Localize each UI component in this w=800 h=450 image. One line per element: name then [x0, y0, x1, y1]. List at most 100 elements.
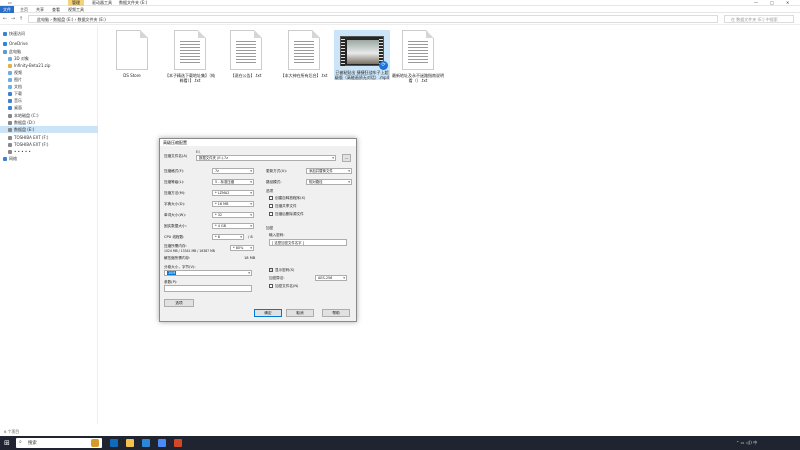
- encrypt-names-checkbox[interactable]: [269, 284, 273, 288]
- ribbon-file[interactable]: 文件: [0, 6, 14, 13]
- sidebar-item[interactable]: OneDrive: [0, 40, 98, 47]
- sidebar-item-icon: [8, 71, 12, 75]
- shared-checkbox[interactable]: [269, 204, 273, 208]
- ribbon-video-tools[interactable]: 视频工具: [68, 6, 84, 13]
- ok-button[interactable]: 确定: [254, 309, 282, 317]
- options-group-label: 选项: [266, 189, 274, 193]
- archive-label: 压缩文件名(A): [164, 154, 188, 158]
- word-select[interactable]: * 32 ▾: [212, 212, 254, 218]
- level-select[interactable]: 5 - 标准压缩 ▾: [212, 179, 254, 185]
- browse-button[interactable]: ...: [342, 154, 351, 162]
- sidebar-item-label: 下载: [14, 91, 22, 96]
- sidebar-item[interactable]: 数据盘 (E:): [0, 126, 98, 134]
- document-icon: [116, 30, 148, 70]
- enc-method-select[interactable]: AES-256 ▾: [315, 275, 347, 281]
- search-input[interactable]: 在 数据文件夹 (E:) 中搜索: [724, 15, 794, 23]
- sidebar-item-label: 数据盘 (D:): [14, 120, 35, 125]
- solid-label: 固实数据大小:: [164, 224, 187, 228]
- navigation-pane: 快速访问 OneDrive 此电脑 3D 对象 Infinity-Beta21.zip 视…: [0, 26, 98, 424]
- cpu-select[interactable]: * 8 ▾: [212, 234, 244, 240]
- sidebar-item-label: 此电脑: [9, 49, 21, 54]
- text-file-icon: [230, 30, 262, 70]
- edge-icon[interactable]: [110, 439, 118, 447]
- file-item-selected[interactable]: ⟳ 已被粘贴出 捷捷狂战车子上超级版（高能画质无对话）.mp4: [334, 30, 390, 80]
- decomp-label: 解压缩所需内存:: [164, 256, 191, 260]
- app-icon[interactable]: [158, 439, 166, 447]
- sidebar-item-icon: [3, 32, 7, 36]
- address-row: ← → ↑ 此电脑 › 数据盘 (E:) › 数据文件夹 (E:) 在 数据文件…: [0, 13, 800, 25]
- update-select[interactable]: 添加并替换文件 ▾: [306, 168, 352, 174]
- file-name: 最新地址及永不迷路指南说明看（）.txt: [392, 73, 444, 83]
- file-item[interactable]: 【本子精选下载地址集】（纯粹看）】.txt: [164, 30, 216, 83]
- delete-after-label: 压缩后删除源文件: [275, 212, 304, 216]
- cancel-button[interactable]: 取消: [286, 309, 314, 317]
- file-item[interactable]: 【说在公告】.txt: [220, 30, 272, 78]
- options-button[interactable]: 选项: [164, 299, 194, 307]
- sidebar-item-icon: [3, 42, 7, 46]
- windows-start-icon[interactable]: ⊞: [4, 439, 12, 447]
- forward-button[interactable]: →: [10, 16, 16, 22]
- solid-select[interactable]: * 4 GB ▾: [212, 223, 254, 229]
- sidebar-item-label: 网络: [9, 156, 17, 161]
- system-tray[interactable]: ⌃ ▭ ◁)) 中: [736, 439, 776, 447]
- sidebar-item-label: • • • • •: [14, 149, 31, 154]
- up-button[interactable]: ↑: [18, 16, 24, 22]
- mem-select[interactable]: * 80% ▾: [230, 245, 254, 251]
- chevron-down-icon: ▾: [250, 246, 252, 250]
- sidebar-item-label: 音乐: [14, 98, 22, 103]
- method-select[interactable]: * LZMA2 ▾: [212, 190, 254, 196]
- archive-path: E:\: [196, 150, 201, 154]
- dict-label: 字典大小(D):: [164, 202, 186, 206]
- split-value: 10M: [167, 271, 177, 275]
- taskbar-search[interactable]: ⌕ 搜索: [16, 438, 102, 448]
- sidebar-item[interactable]: 桌面: [0, 104, 98, 111]
- dialog-title: 高级压缩配置: [160, 139, 356, 146]
- word-value: * 32: [215, 213, 223, 217]
- sidebar-item-label: 数据盘 (E:): [14, 127, 35, 132]
- sidebar-item[interactable]: 网络: [0, 155, 98, 162]
- format-select[interactable]: 7z ▾: [212, 168, 254, 174]
- back-button[interactable]: ←: [2, 16, 8, 22]
- ribbon-view[interactable]: 查看: [52, 6, 60, 13]
- file-item[interactable]: 最新地址及永不迷路指南说明看（）.txt: [392, 30, 444, 83]
- password-input[interactable]: [ 这是加密文件名字 ]: [269, 239, 347, 246]
- ribbon-share[interactable]: 共享: [36, 6, 44, 13]
- delete-after-checkbox[interactable]: [269, 212, 273, 216]
- shared-label: 压缩共享文件: [275, 204, 297, 208]
- chevron-down-icon: ▾: [248, 271, 250, 275]
- file-item[interactable]: 【本大神在所有后台】.txt: [278, 30, 330, 78]
- sfx-label: 创建自释放程序(X): [275, 196, 306, 200]
- file-explorer-icon[interactable]: [126, 439, 134, 447]
- status-bar: 6 个项目: [0, 428, 800, 436]
- chevron-down-icon: ▾: [348, 169, 350, 173]
- file-name: DS Store: [123, 73, 141, 78]
- store-icon[interactable]: [142, 439, 150, 447]
- chevron-down-icon: ▾: [348, 180, 350, 184]
- file-item[interactable]: DS Store: [106, 30, 158, 78]
- address-bar[interactable]: 此电脑 › 数据盘 (E:) › 数据文件夹 (E:): [28, 15, 718, 23]
- search-icon: ⌕: [19, 439, 22, 445]
- help-button[interactable]: 帮助: [322, 309, 350, 317]
- path-mode-select[interactable]: 相对路径 ▾: [306, 179, 352, 185]
- text-file-icon: [174, 30, 206, 70]
- level-label: 压缩等级(L):: [164, 180, 185, 184]
- chevron-down-icon: ▾: [250, 169, 252, 173]
- sfx-checkbox[interactable]: [269, 196, 273, 200]
- clock[interactable]: [778, 438, 798, 448]
- app-icon[interactable]: [174, 439, 182, 447]
- split-combo[interactable]: 10M ▾: [164, 270, 252, 276]
- sidebar-item-icon: [8, 85, 12, 89]
- decomp-value: 18 MB: [244, 256, 256, 260]
- cpu-total: / 8: [248, 235, 253, 239]
- file-name: 【本子精选下载地址集】（纯粹看）】.txt: [165, 73, 215, 83]
- show-password-checkbox[interactable]: [269, 268, 273, 272]
- sidebar-item[interactable]: 快速访问: [0, 30, 98, 37]
- ribbon-home[interactable]: 主页: [20, 6, 28, 13]
- level-value: 5 - 标准压缩: [215, 180, 235, 184]
- params-input[interactable]: [164, 285, 252, 292]
- dict-select[interactable]: * 16 MB ▾: [212, 201, 254, 207]
- chevron-down-icon: ▾: [250, 191, 252, 195]
- archive-name-combo[interactable]: 数据文件夹 (E:).7z ▾: [196, 155, 336, 161]
- sidebar-item-icon: [8, 64, 12, 68]
- sidebar-item-icon: [3, 50, 7, 54]
